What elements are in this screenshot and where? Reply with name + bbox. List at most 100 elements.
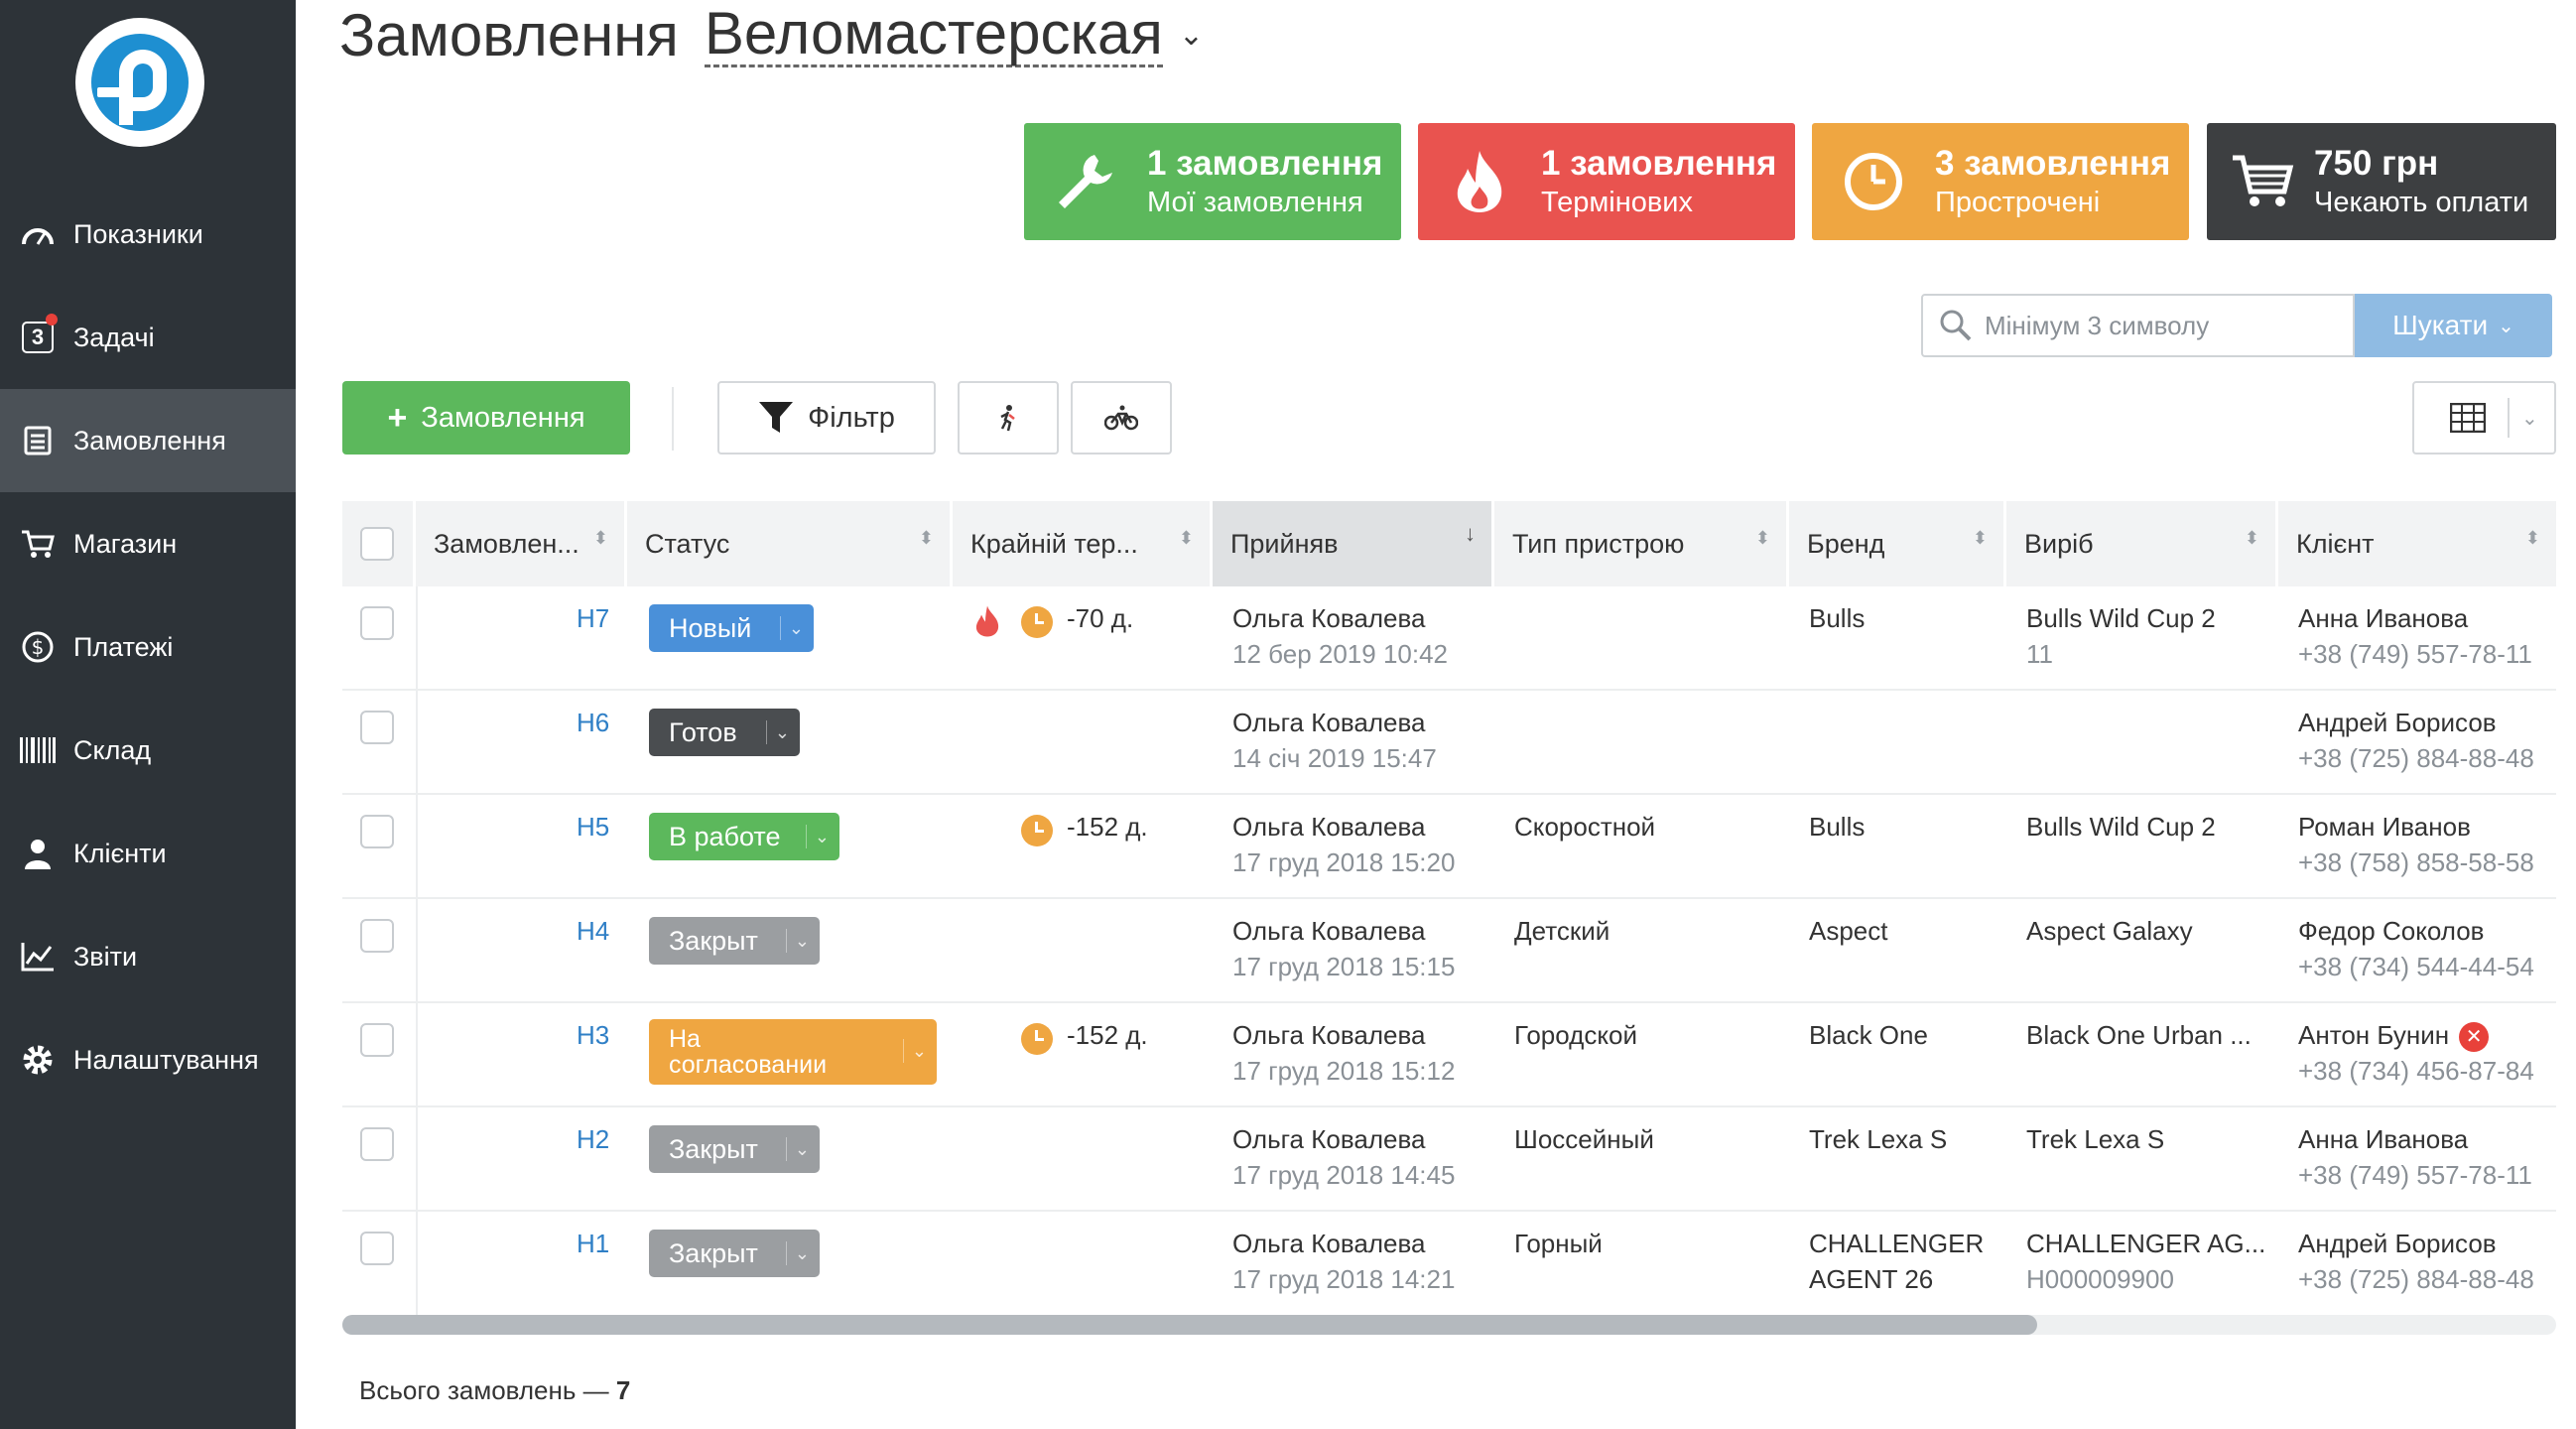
card-label: Мої замовлення: [1147, 187, 1363, 218]
card-my-orders[interactable]: 1 замовлення Мої замовлення: [1024, 123, 1401, 240]
device-type-value: Горный: [1514, 1229, 1603, 1258]
column-header-taker[interactable]: Прийняв ↓: [1213, 501, 1494, 586]
chevron-down-icon: ⌄: [785, 1241, 810, 1265]
order-number-link[interactable]: H3: [577, 1017, 609, 1053]
row-checkbox[interactable]: [360, 1023, 394, 1057]
column-settings-button[interactable]: ⌄: [2412, 381, 2556, 455]
client-name[interactable]: Анна Иванова: [2298, 600, 2468, 636]
table-row[interactable]: H4 Закрыт ⌄ Ольга Ковалева 17 груд 2018 …: [342, 899, 2556, 1003]
select-all-cell: [342, 501, 416, 586]
fire-icon: [1440, 142, 1519, 221]
dollar-icon: $: [20, 629, 56, 665]
search-button-label: Шукати: [2392, 310, 2489, 340]
horizontal-scrollbar[interactable]: [342, 1315, 2556, 1335]
clock-icon: [1021, 1019, 1053, 1056]
order-number-link[interactable]: H1: [577, 1226, 609, 1261]
row-checkbox[interactable]: [360, 1127, 394, 1161]
gauge-icon: [20, 216, 56, 252]
status-label: Готов: [669, 716, 737, 747]
column-header-product[interactable]: Виріб ⬍: [2006, 501, 2278, 586]
card-count: 1 замовлення: [1147, 144, 1383, 183]
table-row[interactable]: H7 Новый ⌄ -70 д. Ольга Ковалева 12 бер …: [342, 586, 2556, 691]
table-row[interactable]: H5 В работе ⌄ -152 д. Ольга Ковалева 17 …: [342, 795, 2556, 899]
client-name[interactable]: Федор Соколов: [2298, 913, 2485, 949]
table-row[interactable]: H6 Готов ⌄ Ольга Ковалева 14 січ 2019 15…: [342, 691, 2556, 795]
chevron-down-icon: ⌄: [805, 825, 830, 848]
card-awaiting-payment[interactable]: 750 грн Чекають оплати: [2207, 123, 2556, 240]
sidebar-item-tasks[interactable]: 3 Задачі: [0, 286, 296, 389]
row-checkbox[interactable]: [360, 815, 394, 848]
row-checkbox[interactable]: [360, 711, 394, 744]
sidebar-item-clients[interactable]: Клієнти: [0, 802, 296, 905]
status-badge[interactable]: Новый ⌄: [649, 604, 814, 652]
order-number-link[interactable]: H5: [577, 809, 609, 844]
taker-name: Ольга Ковалева: [1232, 603, 1426, 633]
status-badge[interactable]: Закрыт ⌄: [649, 917, 820, 965]
sidebar-item-reports[interactable]: Звіти: [0, 905, 296, 1008]
table-row[interactable]: H1 Закрыт ⌄ Ольга Ковалева 17 груд 2018 …: [342, 1212, 2556, 1316]
bike-button[interactable]: [1071, 381, 1172, 455]
chevron-down-icon: ⌄: [785, 929, 810, 953]
row-checkbox[interactable]: [360, 1232, 394, 1265]
walk-in-button[interactable]: [958, 381, 1059, 455]
clock-icon: [1021, 602, 1053, 639]
column-header-deadline[interactable]: Крайній тер... ⬍: [953, 501, 1213, 586]
search-button[interactable]: Шукати ⌄: [2355, 294, 2552, 357]
column-header-order[interactable]: Замовлен... ⬍: [416, 501, 627, 586]
sort-icon: ⬍: [1178, 528, 1194, 548]
client-phone: +38 (758) 858-58-58: [2298, 847, 2534, 877]
column-header-client[interactable]: Клієнт ⬍: [2278, 501, 2556, 586]
card-urgent[interactable]: 1 замовлення Термінових: [1418, 123, 1795, 240]
status-badge[interactable]: Закрыт ⌄: [649, 1230, 820, 1277]
page-title-text: Замовлення: [339, 1, 679, 68]
sidebar-item-shop[interactable]: Магазин: [0, 492, 296, 595]
scrollbar-thumb[interactable]: [342, 1315, 2037, 1335]
sidebar-item-warehouse[interactable]: Склад: [0, 699, 296, 802]
product-value: Trek Lexa S: [2026, 1124, 2165, 1154]
order-number-link[interactable]: H6: [577, 705, 609, 740]
status-badge[interactable]: На согласовании ⌄: [649, 1019, 937, 1085]
clock-icon: [1021, 811, 1053, 847]
client-name[interactable]: Роман Иванов: [2298, 809, 2471, 844]
client-name[interactable]: Андрей Борисов: [2298, 1226, 2497, 1261]
order-number-link[interactable]: H4: [577, 913, 609, 949]
card-overdue[interactable]: 3 замовлення Прострочені: [1812, 123, 2189, 240]
brand-value: Bulls: [1809, 812, 1866, 842]
status-label: Закрыт: [669, 925, 758, 956]
clock-icon: [1834, 142, 1913, 221]
row-checkbox[interactable]: [360, 919, 394, 953]
sidebar-item-orders[interactable]: Замовлення: [0, 389, 296, 492]
status-badge[interactable]: Закрыт ⌄: [649, 1125, 820, 1173]
sidebar-item-dashboard[interactable]: Показники: [0, 183, 296, 286]
chevron-down-icon[interactable]: ⌄: [1179, 18, 1204, 53]
sidebar-item-label: Клієнти: [73, 838, 167, 868]
column-header-status[interactable]: Статус ⬍: [627, 501, 953, 586]
column-header-brand[interactable]: Бренд ⬍: [1789, 501, 2006, 586]
row-checkbox[interactable]: [360, 606, 394, 640]
sidebar-item-settings[interactable]: Налаштування: [0, 1008, 296, 1111]
user-icon: [20, 836, 56, 871]
order-number-link[interactable]: H2: [577, 1121, 609, 1157]
client-name[interactable]: Андрей Борисов: [2298, 705, 2497, 740]
store-selector[interactable]: Веломастерская: [704, 2, 1163, 67]
app-logo[interactable]: [75, 18, 204, 147]
select-all-checkbox[interactable]: [360, 527, 394, 561]
table-row[interactable]: H2 Закрыт ⌄ Ольга Ковалева 17 груд 2018 …: [342, 1107, 2556, 1212]
status-badge[interactable]: Готов ⌄: [649, 709, 800, 756]
status-label-line1: На: [669, 1025, 701, 1053]
status-badge[interactable]: В работе ⌄: [649, 813, 839, 860]
product-value: Bulls Wild Cup 2: [2026, 603, 2216, 633]
filter-button[interactable]: Фільтр: [717, 381, 936, 455]
client-name[interactable]: Анна Иванова: [2298, 1121, 2468, 1157]
column-header-device-type[interactable]: Тип пристрою ⬍: [1494, 501, 1789, 586]
client-name[interactable]: Антон Бунин: [2298, 1020, 2449, 1050]
grid-icon: [2450, 403, 2486, 433]
add-order-button[interactable]: + Замовлення: [342, 381, 630, 455]
sidebar-item-payments[interactable]: $ Платежі: [0, 595, 296, 699]
order-number-link[interactable]: H7: [577, 600, 609, 636]
sort-icon: ⬍: [592, 528, 608, 548]
table-row[interactable]: H3 На согласовании ⌄ -152 д. Ольга Ковал…: [342, 1003, 2556, 1107]
search-input[interactable]: Мінімум 3 символу: [1921, 294, 2355, 357]
total-value: 7: [615, 1375, 631, 1405]
product-serial: 11: [2026, 639, 2053, 669]
